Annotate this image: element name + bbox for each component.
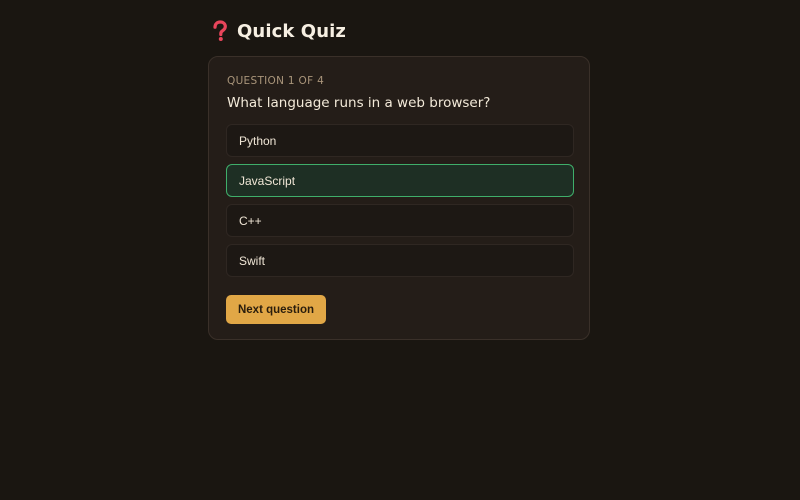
- answer-option-label: C++: [239, 213, 262, 228]
- question-text: What language runs in a web browser?: [227, 95, 491, 111]
- answer-options: Python JavaScript C++ Swift: [226, 124, 574, 284]
- quiz-card: QUESTION 1 OF 4 What language runs in a …: [208, 56, 590, 340]
- page-header: Quick Quiz: [211, 20, 346, 42]
- answer-option-label: JavaScript: [239, 173, 296, 188]
- answer-option-javascript[interactable]: JavaScript: [226, 164, 574, 197]
- page-title: Quick Quiz: [237, 20, 346, 42]
- answer-option-swift[interactable]: Swift: [226, 244, 574, 277]
- answer-option-label: Python: [239, 133, 277, 148]
- question-counter: QUESTION 1 OF 4: [227, 75, 325, 87]
- quiz-page: Quick Quiz QUESTION 1 OF 4 What language…: [0, 0, 800, 500]
- next-question-button[interactable]: Next question: [226, 295, 326, 324]
- answer-option-python[interactable]: Python: [226, 124, 574, 157]
- answer-option-label: Swift: [239, 253, 266, 268]
- answer-option-cpp[interactable]: C++: [226, 204, 574, 237]
- question-mark-icon: [211, 20, 229, 42]
